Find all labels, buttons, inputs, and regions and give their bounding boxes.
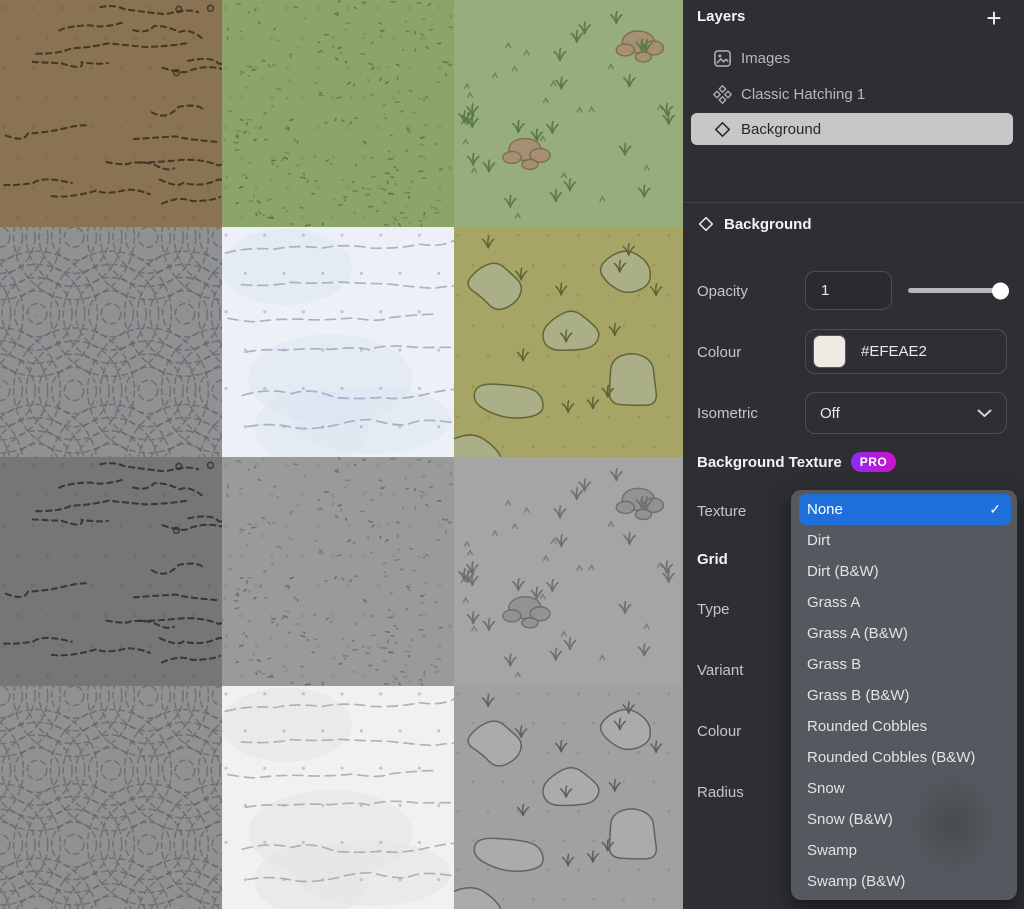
isometric-label: Isometric — [697, 405, 758, 422]
colour-swatch[interactable] — [813, 335, 846, 368]
layer-item-label: Images — [741, 50, 790, 67]
layers-panel-title: Layers — [697, 8, 745, 25]
diamond-icon — [713, 120, 732, 139]
variant-label: Variant — [697, 662, 743, 679]
layer-item-images[interactable]: Images — [691, 42, 1013, 74]
isometric-value: Off — [820, 405, 840, 422]
texture-preview-grass-a — [222, 0, 454, 227]
texture-preview-grass-a-bw — [222, 457, 454, 686]
texture-preview-grass-b-bw — [454, 457, 683, 686]
texture-option-grass-b[interactable]: Grass B — [799, 649, 1011, 680]
opacity-slider[interactable] — [908, 288, 1008, 293]
add-layer-button[interactable]: + — [976, 0, 1012, 36]
texture-preview-grass-b — [454, 0, 683, 227]
texture-dropdown-menu: None ✓ Dirt Dirt (B&W) Grass A Grass A (… — [791, 490, 1017, 900]
layer-item-classic-hatching[interactable]: Classic Hatching 1 — [691, 78, 1013, 110]
texture-option-swamp-bw[interactable]: Swamp (B&W) — [799, 866, 1011, 897]
opacity-slider-knob[interactable] — [992, 282, 1009, 299]
type-label: Type — [697, 601, 730, 618]
layer-item-label: Classic Hatching 1 — [741, 86, 865, 103]
colour-field[interactable]: #EFEAE2 — [805, 329, 1007, 374]
radius-label: Radius — [697, 784, 744, 801]
texture-option-dirt-bw[interactable]: Dirt (B&W) — [799, 556, 1011, 587]
app-root: Layers + Images Classic Hatching 1 — [0, 0, 1024, 909]
isometric-select[interactable]: Off — [805, 392, 1007, 434]
hatching-icon — [713, 85, 732, 104]
layer-item-background[interactable]: Background — [691, 113, 1013, 145]
opacity-input[interactable] — [805, 271, 892, 310]
chevron-down-icon — [977, 405, 992, 422]
texture-option-dirt[interactable]: Dirt — [799, 525, 1011, 556]
texture-option-none[interactable]: None ✓ — [799, 494, 1011, 525]
texture-option-snow-bw[interactable]: Snow (B&W) — [799, 804, 1011, 835]
pro-badge: PRO — [851, 452, 897, 472]
texture-option-swamp[interactable]: Swamp — [799, 835, 1011, 866]
background-texture-header: Background Texture PRO — [697, 452, 896, 472]
background-section-title: Background — [724, 216, 812, 233]
texture-preview-cobbles-bw — [0, 686, 222, 909]
texture-option-grass-a-bw[interactable]: Grass A (B&W) — [799, 618, 1011, 649]
map-canvas[interactable] — [0, 0, 683, 909]
layer-item-label: Background — [741, 121, 821, 138]
right-panel: Layers + Images Classic Hatching 1 — [683, 0, 1024, 909]
texture-preview-dirt-bw — [0, 457, 222, 686]
texture-option-label: None — [807, 501, 843, 518]
texture-option-rounded-cobbles-bw[interactable]: Rounded Cobbles (B&W) — [799, 742, 1011, 773]
texture-option-rounded-cobbles[interactable]: Rounded Cobbles — [799, 711, 1011, 742]
colour-hex-value: #EFEAE2 — [861, 343, 927, 360]
texture-preview-swamp-bw — [454, 686, 683, 909]
texture-option-grass-a[interactable]: Grass A — [799, 587, 1011, 618]
grid-colour-label: Colour — [697, 723, 741, 740]
image-icon — [713, 49, 732, 68]
diamond-icon — [697, 215, 715, 233]
colour-label: Colour — [697, 344, 741, 361]
grid-section-title: Grid — [697, 551, 728, 568]
texture-preview-swamp — [454, 227, 683, 457]
texture-preview-snow-bw — [222, 686, 454, 909]
background-texture-title: Background Texture — [697, 454, 842, 471]
texture-preview-snow — [222, 227, 454, 457]
texture-label: Texture — [697, 503, 746, 520]
background-section-header: Background — [697, 215, 812, 233]
texture-option-grass-b-bw[interactable]: Grass B (B&W) — [799, 680, 1011, 711]
texture-preview-cobbles — [0, 227, 222, 457]
texture-preview-dirt — [0, 0, 222, 227]
check-icon: ✓ — [989, 501, 1001, 518]
texture-option-snow[interactable]: Snow — [799, 773, 1011, 804]
panel-divider — [683, 202, 1024, 203]
opacity-label: Opacity — [697, 283, 748, 300]
